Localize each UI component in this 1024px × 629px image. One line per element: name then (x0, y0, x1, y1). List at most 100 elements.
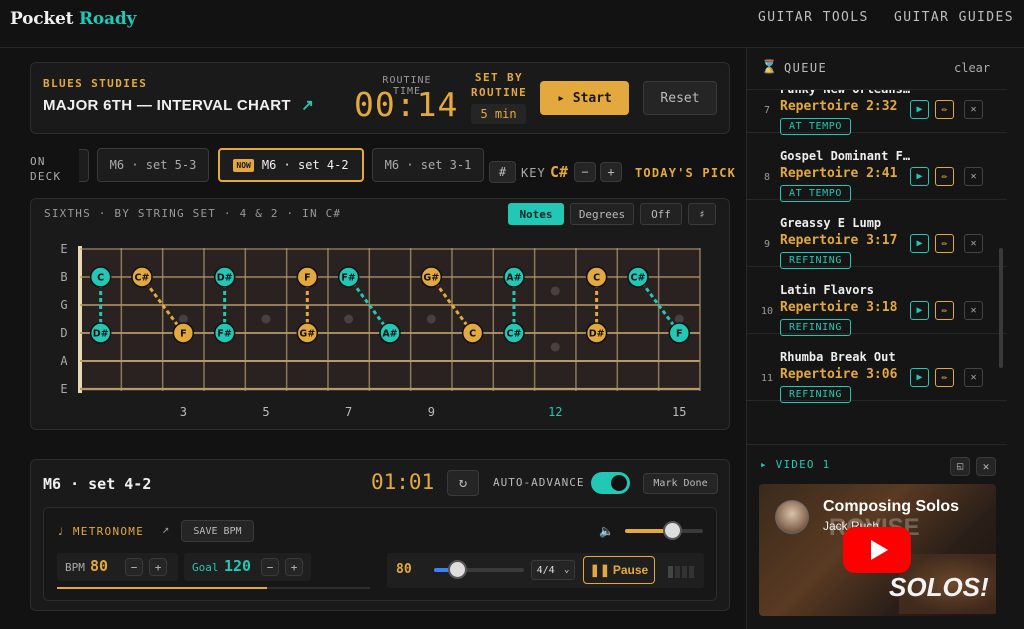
key-plus-button[interactable]: + (600, 162, 622, 182)
fret-marker (344, 314, 354, 324)
video-label: ▸ VIDEO 1 (760, 458, 831, 471)
video-thumbnail[interactable]: ROVISE Composing Solos Jack Ruch SOLOS! (759, 484, 996, 616)
fret-marker (178, 314, 188, 324)
queue-play-icon[interactable]: ▶ (910, 301, 929, 320)
bpm-minus-button[interactable]: − (125, 558, 143, 576)
fret-number: 3 (180, 405, 187, 419)
volume-icon: 🔈 (599, 524, 614, 538)
queue-clear-button[interactable]: clear (954, 61, 990, 75)
play-video-button[interactable] (843, 527, 911, 573)
queue-play-icon[interactable]: ▶ (910, 100, 929, 119)
note-label: C# (506, 329, 521, 340)
nav-guitar-tools[interactable]: GUITAR TOOLS (758, 10, 869, 25)
nut (78, 246, 82, 393)
deck-chip-set-4-2-current[interactable]: NOW M6 · set 4-2 (218, 148, 364, 182)
volume-slider[interactable] (625, 521, 703, 540)
restart-icon[interactable]: ↻ (447, 470, 479, 496)
fret-marker (261, 314, 271, 324)
bpm-progress-bar (57, 587, 370, 589)
sharp-toggle-button[interactable]: # (489, 161, 516, 183)
metronome-box: ♩ METRONOME ↗ SAVE BPM 🔈 BPM 80 − + Goal… (43, 507, 717, 601)
bpm-plus-button[interactable]: + (149, 558, 167, 576)
queue-item[interactable]: 7 Funky New Orleans… Repertoire 2:32 AT … (747, 90, 1007, 135)
time-signature-select[interactable]: 4/4 ⌄ (531, 560, 575, 580)
now-badge: NOW (233, 158, 254, 172)
note-label: C (469, 329, 476, 340)
external-link-icon[interactable]: ↗ (301, 97, 314, 114)
play-icon (870, 540, 888, 560)
key-minus-button[interactable]: − (574, 162, 596, 182)
queue-item-meta: Repertoire 3:17 (780, 233, 898, 248)
queue-list[interactable]: 7 Funky New Orleans… Repertoire 2:32 AT … (747, 90, 1007, 444)
queue-item[interactable]: 8 Gospel Dominant F… Repertoire 2:41 AT … (747, 133, 1007, 202)
queue-item-number: 11 (760, 373, 774, 384)
auto-advance-toggle[interactable] (591, 472, 630, 494)
deck-chip-set-5-3[interactable]: M6 · set 5-3 (97, 148, 209, 182)
note-label: A# (506, 273, 521, 284)
todays-pick-link[interactable]: TODAY'S PICK (635, 166, 736, 180)
practice-timer: 01:01 (371, 470, 435, 494)
bpm-value: 80 (90, 557, 109, 575)
note-label: G# (423, 273, 439, 284)
goal-plus-button[interactable]: + (285, 558, 303, 576)
channel-avatar (775, 500, 809, 534)
queue-item[interactable]: 9 Greassy E Lump Repertoire 3:17 REFININ… (747, 200, 1007, 269)
queue-edit-icon[interactable]: ✏ (935, 167, 954, 186)
reset-button[interactable]: Reset (643, 81, 717, 115)
string-label: E (60, 242, 67, 256)
queue-item-status: REFINING (780, 386, 851, 403)
deck-chip-set-3-1[interactable]: M6 · set 3-1 (372, 148, 484, 182)
note-label: C# (630, 273, 645, 284)
deck-chip-prev-edge[interactable] (79, 149, 89, 182)
note-label: C (97, 273, 104, 284)
queue-item[interactable]: 10 Latin Flavors Repertoire 3:18 REFININ… (747, 267, 1007, 336)
queue-remove-icon[interactable]: ✕ (964, 167, 983, 186)
close-icon[interactable]: ✕ (976, 457, 996, 476)
expand-icon[interactable]: ↗ (162, 522, 169, 536)
queue-item-meta: Repertoire 3:06 (780, 367, 898, 382)
key-value: C# (550, 163, 569, 181)
pause-button[interactable]: ❚❚ Pause (583, 556, 655, 584)
beat-indicator (668, 566, 696, 578)
queue-item-name: Latin Flavors (780, 283, 874, 297)
nav-guitar-guides[interactable]: GUITAR GUIDES (894, 10, 1014, 25)
queue-remove-icon[interactable]: ✕ (964, 301, 983, 320)
video-title: Composing Solos (823, 498, 959, 515)
brand-logo[interactable]: Pocket Roady (10, 9, 136, 29)
queue-edit-icon[interactable]: ✏ (935, 368, 954, 387)
note-label: F# (341, 273, 355, 284)
queue-scrollbar[interactable] (999, 248, 1003, 368)
fretboard-diagram[interactable]: EBGDAE3 5 7 9 12 15CD#C#FD#F#FG#F#A#G#CA#C#CD… (30, 198, 730, 430)
string-label: G (60, 298, 67, 312)
tempo-knob[interactable] (447, 560, 467, 579)
queue-item[interactable]: 11 Rhumba Break Out Repertoire 3:06 REFI… (747, 334, 1007, 403)
tempo-slider[interactable] (434, 560, 524, 579)
queue-play-icon[interactable]: ▶ (910, 167, 929, 186)
queue-remove-icon[interactable]: ✕ (964, 368, 983, 387)
fret-number: 15 (672, 405, 686, 419)
start-button[interactable]: ▸ Start (540, 81, 629, 115)
toggle-knob (611, 475, 627, 491)
queue-play-icon[interactable]: ▶ (910, 368, 929, 387)
popout-icon[interactable]: ◱ (950, 457, 970, 476)
queue-edit-icon[interactable]: ✏ (935, 100, 954, 119)
save-bpm-button[interactable]: SAVE BPM (181, 520, 254, 542)
queue-edit-icon[interactable]: ✏ (935, 234, 954, 253)
queue-edit-icon[interactable]: ✏ (935, 301, 954, 320)
top-bar: Pocket Roady GUITAR TOOLS GUITAR GUIDES (0, 0, 1024, 48)
queue-item-name: Greassy E Lump (780, 216, 882, 230)
volume-knob[interactable] (662, 521, 682, 540)
goal-minus-button[interactable]: − (261, 558, 279, 576)
fret-number: 12 (548, 405, 562, 419)
queue-remove-icon[interactable]: ✕ (964, 100, 983, 119)
set-by-value: 5 min (471, 104, 526, 124)
chevron-down-icon: ⌄ (563, 565, 570, 575)
fret-marker (674, 314, 684, 324)
queue-remove-icon[interactable]: ✕ (964, 234, 983, 253)
mark-done-button[interactable]: Mark Done (643, 473, 718, 494)
note-label: C# (135, 273, 150, 284)
note-label: C (593, 273, 600, 284)
queue-play-icon[interactable]: ▶ (910, 234, 929, 253)
queue-item-number: 7 (763, 105, 771, 116)
queue-item-number: 9 (763, 239, 771, 250)
